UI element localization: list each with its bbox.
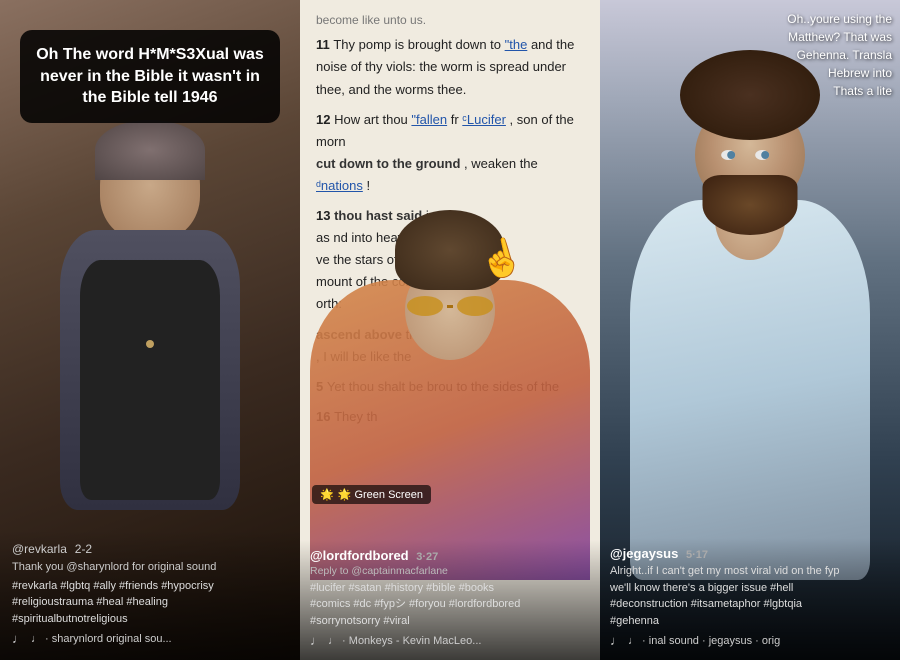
panel1-caption: #revkarla #lgbtq #ally #friends #hypocri… <box>12 578 288 628</box>
panel1-bottom-info: @revkarla 2-2 Thank you @sharynlord for … <box>0 530 300 660</box>
panel2-username: @lordfordbored 3·27 <box>310 548 590 563</box>
panel1-bubble-text: Oh The word H*M*S3Xual was never in the … <box>36 46 264 106</box>
panel3-date: 5·17 <box>686 549 708 561</box>
music-note-icon-2: ♩ <box>310 633 323 648</box>
sunglasses <box>405 295 495 317</box>
panel3-top-text: Oh..youre using the Matthew? That was Ge… <box>787 10 892 100</box>
panel2-bottom-info: @lordfordbored 3·27 Reply to @captainmac… <box>300 540 600 660</box>
panel3-caption: Alright..if I can't get my most viral vi… <box>610 563 890 629</box>
panel3-music: ♩ ♩ · inal sound · jegaysus · orig <box>610 633 890 648</box>
panel1-username: @revkarla 2-2 <box>12 540 288 556</box>
tiktok-panel-2: become like unto us. 11 Thy pomp is brou… <box>300 0 600 660</box>
tiktok-panel-1: Oh The word H*M*S3Xual was never in the … <box>0 0 300 660</box>
panel3-username: @jegaysus 5·17 <box>610 546 890 561</box>
panel2-date: 3·27 <box>416 551 438 563</box>
panel3-person <box>620 120 880 580</box>
music-note-icon-3: ♩ <box>610 633 623 648</box>
panel1-text-bubble: Oh The word H*M*S3Xual was never in the … <box>20 30 280 123</box>
tiktok-panel-3: Oh..youre using the Matthew? That was Ge… <box>600 0 900 660</box>
verse-intro: become like unto us. <box>316 10 584 30</box>
green-screen-icon: 🌟 <box>320 488 334 501</box>
panel2-caption: #lucifer #satan #history #bible #books #… <box>310 580 590 630</box>
music-note-icon: ♩ <box>12 631 25 646</box>
panel3-bottom-info: @jegaysus 5·17 Alright..if I can't get m… <box>600 538 900 660</box>
green-screen-badge: 🌟 🌟 Green Screen <box>312 485 431 504</box>
panel1-music: ♩ ♩ · sharynlord original sou... <box>12 631 288 646</box>
verse-11: 11 Thy pomp is brought down to "the and … <box>316 34 584 100</box>
panel2-person: ☝️ <box>300 240 600 580</box>
panel2-music: ♩ ♩ · Monkeys - Kevin MacLeo... <box>310 633 590 648</box>
panel1-date: 2-2 <box>75 542 92 556</box>
verse-12: 12 How art thou "fallen fr ᶜLucifer , so… <box>316 109 584 197</box>
panel2-reply: Reply to @captainmacfarlane <box>310 565 590 577</box>
panel1-credit: Thank you @sharynlord for original sound <box>12 559 288 576</box>
